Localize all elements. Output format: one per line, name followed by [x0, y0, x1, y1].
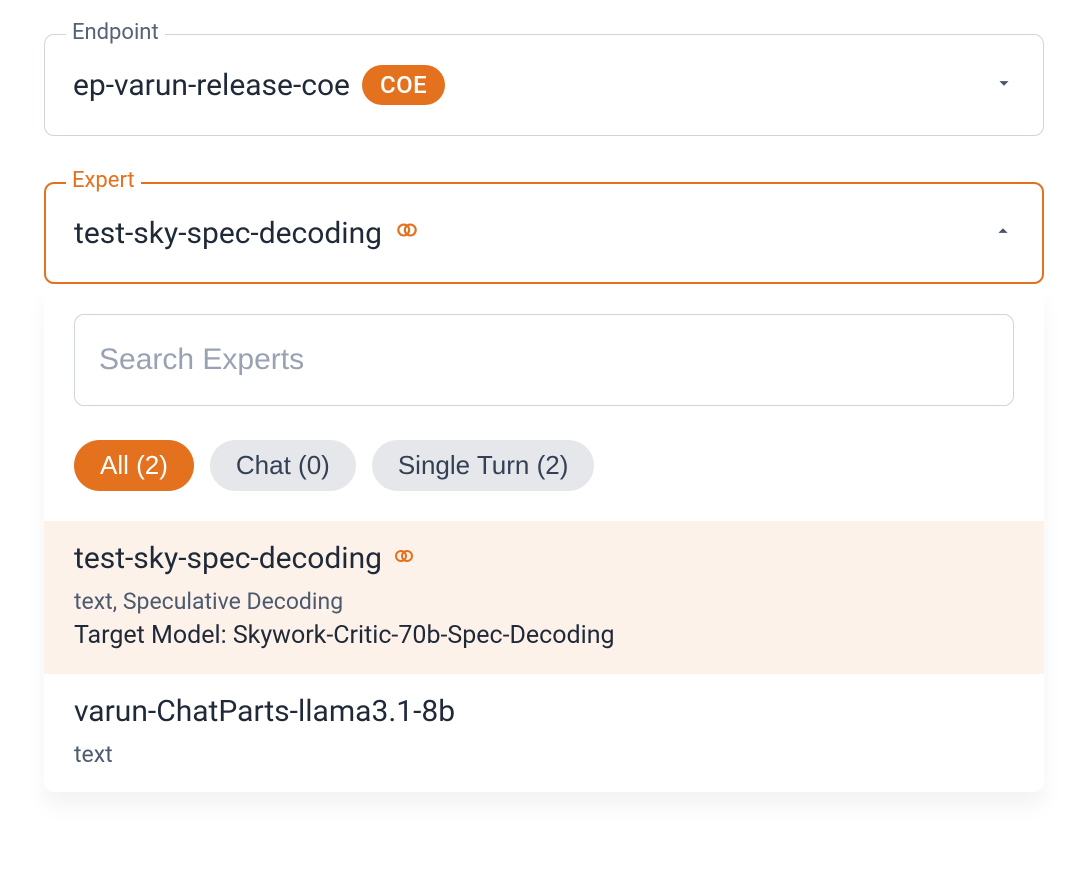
link-icon [392, 541, 416, 576]
expert-label: Expert [66, 170, 141, 192]
expert-value: test-sky-spec-decoding [74, 216, 382, 251]
page-root: Endpoint ep-varun-release-coe COE Expert… [0, 0, 1088, 832]
expert-field: Expert test-sky-spec-decoding All (2) [44, 182, 1044, 792]
expert-value-row: test-sky-spec-decoding [74, 216, 992, 251]
chip-single-turn[interactable]: Single Turn (2) [372, 440, 595, 491]
endpoint-value: ep-varun-release-coe [73, 68, 350, 103]
list-item-title-row: varun-ChatParts-llama3.1-8b [74, 694, 1014, 729]
endpoint-label: Endpoint [66, 22, 165, 44]
chevron-up-icon [992, 220, 1014, 246]
expert-dropdown-panel: All (2) Chat (0) Single Turn (2) test-sk… [44, 288, 1044, 792]
chevron-down-icon [993, 72, 1015, 98]
list-item-title: test-sky-spec-decoding [74, 541, 382, 576]
list-item[interactable]: test-sky-spec-decoding text, Speculative… [44, 521, 1044, 674]
chip-all[interactable]: All (2) [74, 440, 194, 491]
endpoint-badge: COE [362, 65, 445, 105]
search-input[interactable] [74, 314, 1014, 406]
list-item-desc: text, Speculative Decoding [74, 588, 1014, 615]
list-item-title: varun-ChatParts-llama3.1-8b [74, 694, 455, 729]
endpoint-select[interactable]: ep-varun-release-coe COE [44, 34, 1044, 136]
list-item-desc: text [74, 741, 1014, 768]
endpoint-value-row: ep-varun-release-coe COE [73, 65, 993, 105]
list-item[interactable]: varun-ChatParts-llama3.1-8b text [44, 674, 1044, 792]
list-item-sub: Target Model: Skywork-Critic-70b-Spec-De… [74, 621, 1014, 650]
endpoint-field: Endpoint ep-varun-release-coe COE [44, 34, 1044, 136]
chip-chat[interactable]: Chat (0) [210, 440, 356, 491]
filter-chips: All (2) Chat (0) Single Turn (2) [44, 406, 1044, 521]
expert-select[interactable]: test-sky-spec-decoding [44, 182, 1044, 284]
link-icon [394, 216, 420, 251]
list-item-title-row: test-sky-spec-decoding [74, 541, 1014, 576]
search-wrap [44, 314, 1044, 406]
